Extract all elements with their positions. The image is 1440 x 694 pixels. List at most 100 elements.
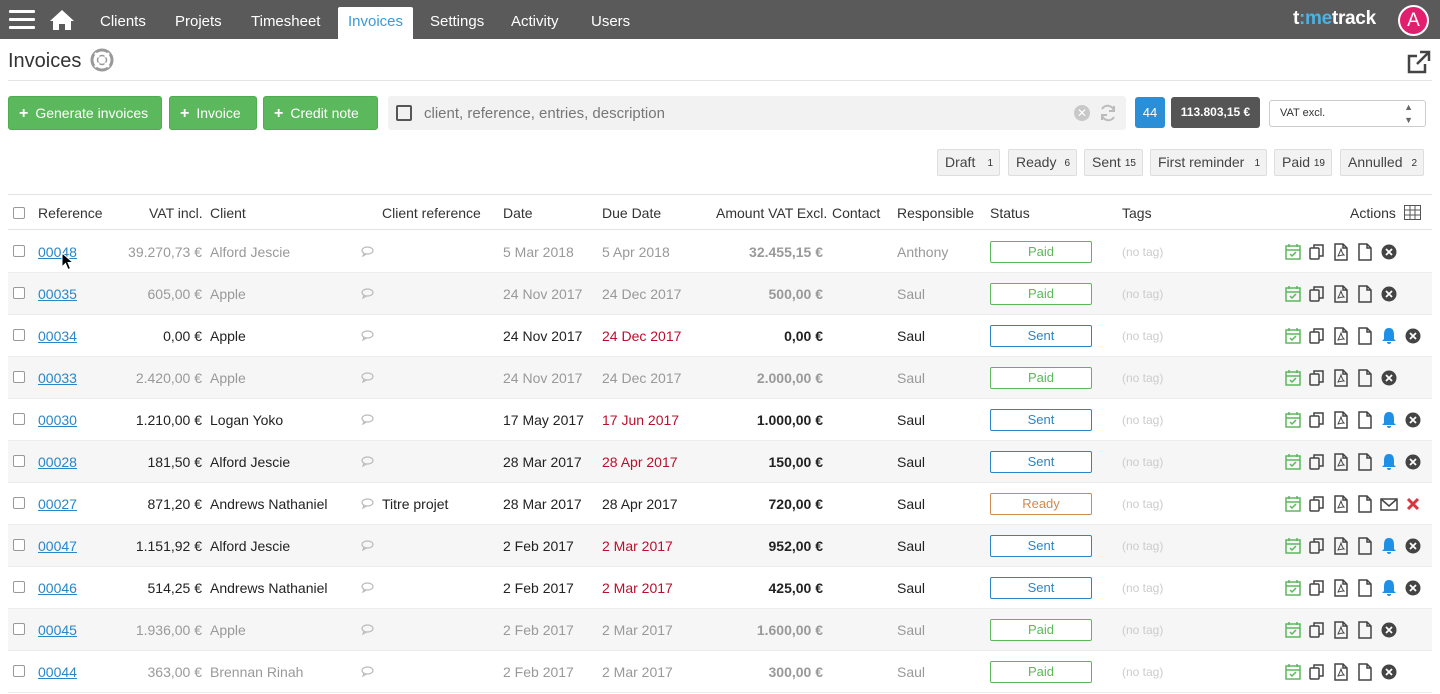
duplicate-icon[interactable] xyxy=(1308,663,1326,681)
nav-tab-timesheet[interactable]: Timesheet xyxy=(251,0,320,39)
duplicate-icon[interactable] xyxy=(1308,285,1326,303)
nav-tab-clients[interactable]: Clients xyxy=(100,0,146,39)
document-icon[interactable] xyxy=(1356,327,1374,345)
pdf-icon[interactable] xyxy=(1332,285,1350,303)
col-reference[interactable]: Reference xyxy=(38,205,103,221)
filter-toggle-icon[interactable] xyxy=(396,105,412,121)
row-checkbox[interactable] xyxy=(13,581,25,593)
pdf-icon[interactable] xyxy=(1332,327,1350,345)
row-checkbox[interactable] xyxy=(13,329,25,341)
bell-icon[interactable] xyxy=(1380,537,1398,555)
invoice-reference-link[interactable]: 00044 xyxy=(38,664,77,680)
duplicate-icon[interactable] xyxy=(1308,369,1326,387)
row-checkbox[interactable] xyxy=(13,497,25,509)
table-row[interactable]: 00033 2.420,00 € Apple 24 Nov 2017 24 Dec 20… xyxy=(8,357,1432,399)
vat-mode-select[interactable]: VAT excl. ▲ ▼ xyxy=(1269,100,1426,127)
credit-note-button[interactable]: + Credit note xyxy=(263,96,378,130)
invoice-reference-link[interactable]: 00045 xyxy=(38,622,77,638)
delete-icon[interactable] xyxy=(1404,495,1422,513)
calendar-icon[interactable] xyxy=(1284,327,1302,345)
col-vat-incl[interactable]: VAT incl. xyxy=(149,205,203,221)
col-client[interactable]: Client xyxy=(210,205,246,221)
table-row[interactable]: 00030 1.210,00 € Logan Yoko 17 May 2017 17 J… xyxy=(8,399,1432,441)
duplicate-icon[interactable] xyxy=(1308,537,1326,555)
comment-icon[interactable] xyxy=(361,246,374,257)
invoice-reference-link[interactable]: 00033 xyxy=(38,370,77,386)
document-icon[interactable] xyxy=(1356,663,1374,681)
filter-sent[interactable]: Sent 15 xyxy=(1084,149,1143,176)
filter-paid[interactable]: Paid 19 xyxy=(1274,149,1332,176)
cancel-icon[interactable] xyxy=(1404,327,1422,345)
pdf-icon[interactable] xyxy=(1332,579,1350,597)
cancel-icon[interactable] xyxy=(1404,579,1422,597)
pdf-icon[interactable] xyxy=(1332,243,1350,261)
document-icon[interactable] xyxy=(1356,537,1374,555)
comment-icon[interactable] xyxy=(361,540,374,551)
row-checkbox[interactable] xyxy=(13,623,25,635)
cancel-icon[interactable] xyxy=(1380,621,1398,639)
status-badge[interactable]: Paid xyxy=(990,367,1092,389)
row-checkbox[interactable] xyxy=(13,665,25,677)
column-settings-icon[interactable] xyxy=(1404,205,1421,220)
nav-tab-projets[interactable]: Projets xyxy=(175,0,222,39)
table-row[interactable]: 00046 514,25 € Andrews Nathaniel 2 Feb 2017… xyxy=(8,567,1432,609)
duplicate-icon[interactable] xyxy=(1308,453,1326,471)
pdf-icon[interactable] xyxy=(1332,495,1350,513)
duplicate-icon[interactable] xyxy=(1308,495,1326,513)
document-icon[interactable] xyxy=(1356,495,1374,513)
table-row[interactable]: 00048 39.270,73 € Alford Jescie 5 Mar 2018 5… xyxy=(8,231,1432,273)
col-date[interactable]: Date xyxy=(503,205,533,221)
status-badge[interactable]: Sent xyxy=(990,535,1092,557)
row-checkbox[interactable] xyxy=(13,371,25,383)
invoice-reference-link[interactable]: 00027 xyxy=(38,496,77,512)
invoice-reference-link[interactable]: 00028 xyxy=(38,454,77,470)
cancel-icon[interactable] xyxy=(1404,411,1422,429)
comment-icon[interactable] xyxy=(361,582,374,593)
calendar-icon[interactable] xyxy=(1284,285,1302,303)
pdf-icon[interactable] xyxy=(1332,411,1350,429)
select-all-checkbox[interactable] xyxy=(13,207,25,219)
search-input[interactable] xyxy=(424,102,1064,124)
row-checkbox[interactable] xyxy=(13,287,25,299)
invoice-reference-link[interactable]: 00047 xyxy=(38,538,77,554)
document-icon[interactable] xyxy=(1356,285,1374,303)
invoice-reference-link[interactable]: 00030 xyxy=(38,412,77,428)
bell-icon[interactable] xyxy=(1380,327,1398,345)
table-row[interactable]: 00045 1.936,00 € Apple 2 Feb 2017 2 Mar 2017… xyxy=(8,609,1432,651)
comment-icon[interactable] xyxy=(361,372,374,383)
tag-placeholder[interactable]: (no tag) xyxy=(1122,371,1163,385)
invoice-reference-link[interactable]: 00046 xyxy=(38,580,77,596)
generate-invoices-button[interactable]: + Generate invoices xyxy=(8,96,162,130)
home-icon[interactable] xyxy=(49,9,75,31)
row-checkbox[interactable] xyxy=(13,413,25,425)
calendar-icon[interactable] xyxy=(1284,243,1302,261)
new-invoice-button[interactable]: + Invoice xyxy=(169,96,257,130)
status-badge[interactable]: Paid xyxy=(990,241,1092,263)
cancel-icon[interactable] xyxy=(1380,369,1398,387)
status-badge[interactable]: Sent xyxy=(990,577,1092,599)
email-icon[interactable] xyxy=(1380,495,1398,513)
table-row[interactable]: 00044 363,00 € Brennan Rinah 2 Feb 2017 2 Ma… xyxy=(8,651,1432,693)
table-row[interactable]: 00035 605,00 € Apple 24 Nov 2017 24 Dec 2017… xyxy=(8,273,1432,315)
calendar-icon[interactable] xyxy=(1284,369,1302,387)
col-responsible[interactable]: Responsible xyxy=(897,205,974,221)
document-icon[interactable] xyxy=(1356,411,1374,429)
user-avatar[interactable]: A xyxy=(1398,5,1429,36)
col-due-date[interactable]: Due Date xyxy=(602,205,661,221)
pdf-icon[interactable] xyxy=(1332,621,1350,639)
table-row[interactable]: 00027 871,20 € Andrews Nathaniel Titre proj… xyxy=(8,483,1432,525)
lifebuoy-icon[interactable] xyxy=(90,48,114,72)
duplicate-icon[interactable] xyxy=(1308,621,1326,639)
comment-icon[interactable] xyxy=(361,456,374,467)
status-badge[interactable]: Paid xyxy=(990,661,1092,683)
tag-placeholder[interactable]: (no tag) xyxy=(1122,329,1163,343)
col-status[interactable]: Status xyxy=(990,205,1030,221)
status-badge[interactable]: Paid xyxy=(990,283,1092,305)
menu-icon[interactable] xyxy=(9,10,35,30)
status-badge[interactable]: Paid xyxy=(990,619,1092,641)
col-contact[interactable]: Contact xyxy=(832,205,880,221)
cancel-icon[interactable] xyxy=(1404,537,1422,555)
refresh-icon[interactable] xyxy=(1098,103,1118,123)
clear-search-icon[interactable]: ✕ xyxy=(1074,105,1090,121)
external-link-icon[interactable] xyxy=(1405,49,1432,76)
